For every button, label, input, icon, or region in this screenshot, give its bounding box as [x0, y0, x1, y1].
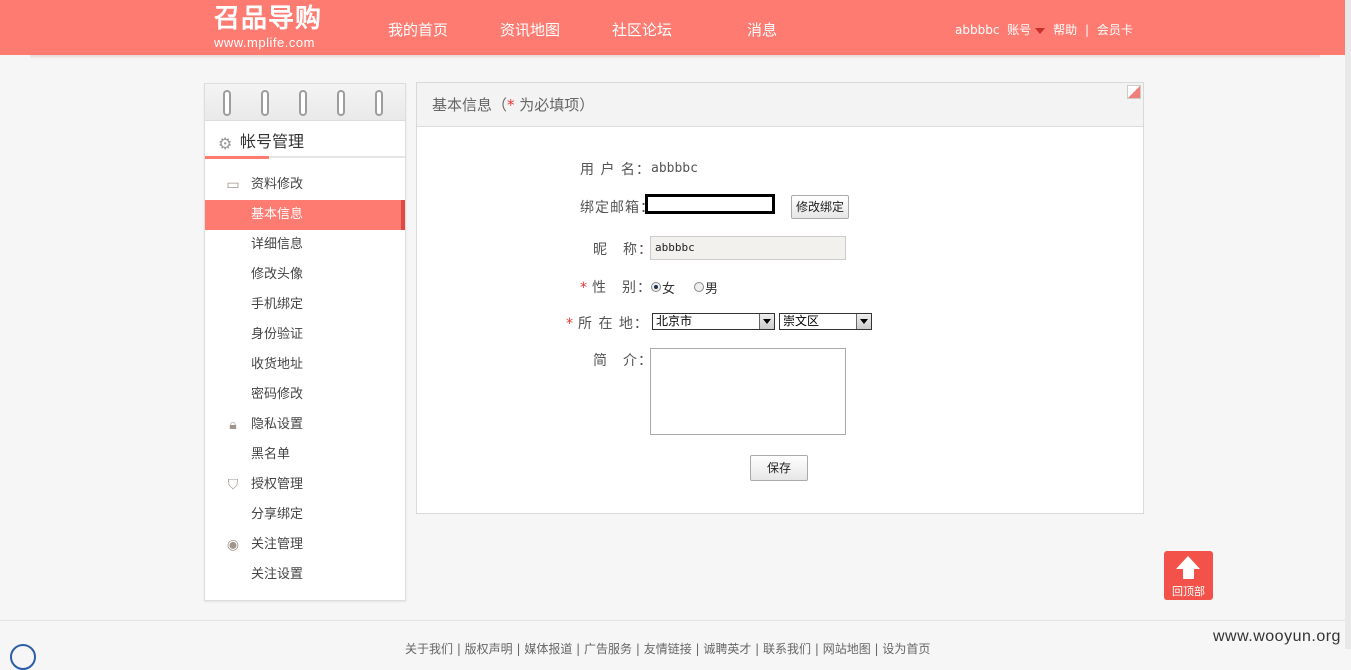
- sidebar-item-label: 黑名单: [251, 447, 291, 462]
- change-email-button[interactable]: 修改绑定: [791, 195, 849, 219]
- district-select[interactable]: 崇文区: [779, 313, 872, 330]
- chevron-down-icon[interactable]: [759, 314, 774, 329]
- nav-home[interactable]: 我的首页: [388, 19, 448, 40]
- gender-male-radio[interactable]: [694, 282, 704, 292]
- sidebar: ⚙ 帐号管理 ▭ 资料修改 基本信息 详细信息 修改头像 手机绑定 身份验证 收货…: [204, 83, 406, 601]
- sidebar-item-label: 隐私设置: [251, 417, 304, 432]
- sidebar-group-follow[interactable]: ◉ 关注管理: [205, 530, 405, 560]
- city-select[interactable]: 北京市: [652, 313, 775, 330]
- account-area: abbbbc 账号 帮助 | 会员卡: [955, 21, 1137, 38]
- nav-messages[interactable]: 消息: [747, 19, 777, 40]
- sidebar-item-label: 授权管理: [251, 477, 304, 492]
- required-star: *: [566, 316, 574, 332]
- ring-icon: [299, 90, 307, 116]
- sidebar-item-label: 基本信息: [251, 207, 304, 222]
- sidebar-item-password[interactable]: 密码修改: [205, 380, 405, 410]
- email-label: 绑定邮箱：: [580, 200, 655, 216]
- email-redacted-field: [645, 194, 775, 214]
- sidebar-item-label: 密码修改: [251, 387, 304, 402]
- member-card-link[interactable]: 会员卡: [1097, 23, 1133, 37]
- location-label-text: 所 在 地：: [578, 316, 649, 332]
- nav-news-map[interactable]: 资讯地图: [500, 19, 560, 40]
- username[interactable]: abbbbc: [955, 23, 999, 37]
- district-value: 崇文区: [783, 314, 820, 328]
- sidebar-item-label: 收货地址: [251, 357, 304, 372]
- sidebar-title-text: 帐号管理: [240, 132, 305, 151]
- city-value: 北京市: [656, 314, 693, 328]
- panel-title-prefix: 基本信息（: [432, 96, 508, 114]
- panel-title: 基本信息（* 为必填项）: [417, 83, 1143, 127]
- footer-badge-icon: [10, 644, 36, 670]
- account-menu[interactable]: 账号: [1007, 23, 1031, 37]
- sidebar-group-authorization[interactable]: ⛉ 授权管理: [205, 470, 405, 500]
- panel-title-suffix: 为必填项）: [514, 96, 595, 114]
- sidebar-title: ⚙ 帐号管理: [218, 128, 304, 152]
- chevron-down-icon[interactable]: [1035, 27, 1046, 34]
- shield-icon: ⛉: [227, 477, 239, 493]
- gear-icon: ⚙: [218, 134, 233, 153]
- sidebar-item-share-binding[interactable]: 分享绑定: [205, 500, 405, 530]
- sidebar-item-label: 详细信息: [251, 237, 304, 252]
- back-to-top-button[interactable]: 回顶部: [1164, 551, 1213, 600]
- sidebar-item-label: 关注设置: [251, 567, 304, 582]
- arrow-up-stem: [1183, 568, 1194, 579]
- sidebar-item-follow-settings[interactable]: 关注设置: [205, 560, 405, 590]
- sidebar-group-privacy[interactable]: 🔒︎ 隐私设置: [205, 410, 405, 440]
- gender-label: * 性 别：: [580, 277, 652, 297]
- chevron-down-icon[interactable]: [856, 314, 871, 329]
- sidebar-item-avatar[interactable]: 修改头像: [205, 260, 405, 290]
- gender-female-radio[interactable]: [651, 282, 661, 292]
- sidebar-item-label: 资料修改: [251, 177, 304, 192]
- nickname-input[interactable]: abbbbc: [650, 236, 846, 260]
- sidebar-item-label: 关注管理: [251, 537, 304, 552]
- eye-icon: ◉: [226, 537, 240, 553]
- corner-fold-icon: [1127, 85, 1141, 99]
- sidebar-menu: ▭ 资料修改 基本信息 详细信息 修改头像 手机绑定 身份验证 收货地址 密码修…: [205, 170, 405, 590]
- location-label: * 所 在 地：: [566, 313, 649, 333]
- gender-label-text: 性 别：: [592, 280, 652, 296]
- top-bar: 召品导购 www.mplife.com 我的首页 资讯地图 社区论坛 消息 ab…: [0, 0, 1351, 55]
- back-to-top-label: 回顶部: [1172, 585, 1205, 598]
- site-logo[interactable]: 召品导购 www.mplife.com: [214, 3, 322, 50]
- notebook-rings: [205, 84, 405, 121]
- ring-icon: [375, 90, 383, 116]
- sidebar-item-basic-info[interactable]: 基本信息: [205, 200, 405, 230]
- logo-url: www.mplife.com: [214, 35, 315, 50]
- required-star: *: [507, 96, 515, 114]
- title-accent-bar: [205, 156, 269, 159]
- gender-male-label[interactable]: 男: [705, 278, 718, 297]
- basic-info-panel: 基本信息（* 为必填项）: [416, 82, 1144, 514]
- nav-forum[interactable]: 社区论坛: [612, 19, 672, 40]
- logo-text: 召品导购: [214, 4, 323, 34]
- intro-textarea[interactable]: [650, 348, 846, 435]
- ring-icon: [223, 90, 231, 116]
- scrollbar[interactable]: [1345, 0, 1351, 649]
- sidebar-item-label: 手机绑定: [251, 297, 304, 312]
- sidebar-item-address[interactable]: 收货地址: [205, 350, 405, 380]
- sidebar-item-label: 身份验证: [251, 327, 304, 342]
- id-card-icon: ▭: [226, 177, 240, 193]
- footer-divider: [0, 620, 1351, 621]
- lock-icon: 🔒︎: [229, 417, 237, 433]
- sidebar-group-profile[interactable]: ▭ 资料修改: [205, 170, 405, 200]
- sidebar-item-detailed-info[interactable]: 详细信息: [205, 230, 405, 260]
- separator: |: [1084, 23, 1089, 37]
- help-link[interactable]: 帮助: [1053, 23, 1077, 37]
- sidebar-item-phone[interactable]: 手机绑定: [205, 290, 405, 320]
- required-star: *: [580, 280, 588, 296]
- sidebar-item-label: 修改头像: [251, 267, 304, 282]
- username-value: abbbbc: [651, 161, 698, 176]
- sidebar-item-blacklist[interactable]: 黑名单: [205, 440, 405, 470]
- top-bar-shadow: [30, 55, 1320, 59]
- username-label: 用 户 名：: [580, 162, 651, 178]
- sidebar-item-identity[interactable]: 身份验证: [205, 320, 405, 350]
- nickname-label: 昵 称：: [593, 242, 653, 258]
- gender-female-label[interactable]: 女: [662, 278, 675, 297]
- ring-icon: [261, 90, 269, 116]
- sidebar-item-label: 分享绑定: [251, 507, 304, 522]
- ring-icon: [337, 90, 345, 116]
- intro-label: 简 介：: [593, 353, 653, 369]
- watermark: www.wooyun.org: [1213, 628, 1341, 645]
- save-button[interactable]: 保存: [750, 455, 808, 481]
